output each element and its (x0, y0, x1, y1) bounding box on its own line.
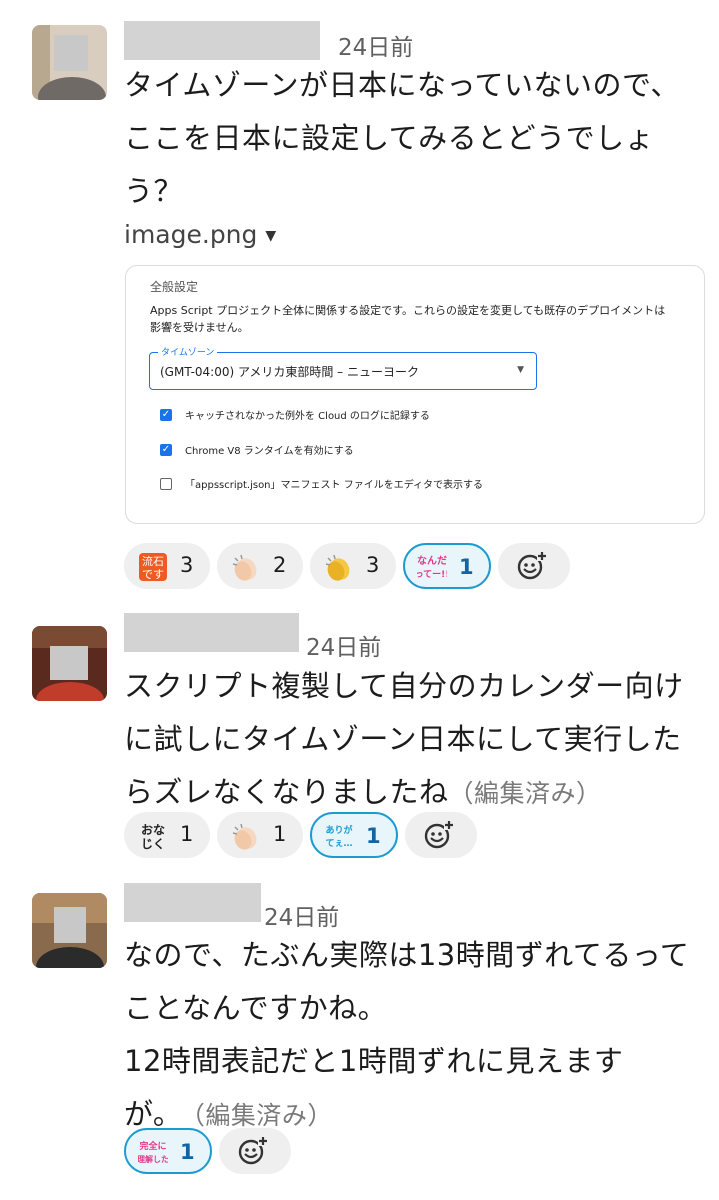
message-line: が。 （編集済み） (124, 1097, 333, 1131)
message-line: スクリプト複製して自分のカレンダー向け (124, 669, 684, 703)
reaction-pill[interactable]: おな じく 1 (124, 812, 210, 858)
add-reaction-button[interactable] (219, 1128, 291, 1174)
timezone-value: (GMT-04:00) アメリカ東部時間 – ニューヨーク (160, 365, 420, 379)
reaction-count: 1 (180, 1140, 195, 1164)
kanzen-ni-rikaishita-emoji-icon: 完全に 理解した (138, 1140, 168, 1164)
message-line: タイムゾーンが日本になっていないので、 (124, 68, 680, 102)
reaction-pill-active[interactable]: なんだ ってー!! 1 (403, 543, 491, 589)
message-line: らズレなくなりましたね（編集済み） (124, 775, 602, 809)
svg-text:理解した: 理解した (138, 1154, 168, 1164)
svg-text:ありが: ありが (325, 824, 353, 836)
reaction-count: 2 (273, 553, 287, 577)
svg-text:てぇ…: てぇ… (325, 838, 352, 849)
user-avatar[interactable] (32, 25, 107, 100)
timestamp[interactable]: 24日前 (338, 28, 413, 62)
username-redacted[interactable] (124, 21, 320, 60)
message-line: う？ (124, 174, 184, 208)
reaction-pill-active[interactable]: ありが てぇ… 1 (310, 812, 398, 858)
arigatee-emoji-icon: ありが てぇ… (325, 824, 353, 849)
edited-label: （編集済み） (192, 1101, 333, 1130)
user-avatar[interactable] (32, 893, 107, 968)
settings-description: Apps Script プロジェクト全体に関係する設定です。これらの設定を変更し… (150, 304, 666, 334)
checkbox-checked-icon: ✓ (160, 444, 172, 456)
nandatte-emoji-icon: なんだ ってー!! (417, 555, 447, 580)
sasuga-desu-emoji-icon: 流石 です (139, 553, 167, 581)
add-reaction-button[interactable] (498, 543, 570, 589)
reaction-count: 1 (366, 824, 381, 848)
reaction-pill-active[interactable]: 完全に 理解した 1 (124, 1128, 212, 1174)
svg-text:です: です (142, 568, 164, 581)
svg-text:完全に: 完全に (139, 1140, 166, 1152)
add-reaction-button[interactable] (405, 812, 477, 858)
checkbox-row: ✓ Chrome V8 ランタイムを有効にする (160, 444, 354, 457)
onaji-ku-emoji-icon: おな じく (141, 823, 165, 851)
username-redacted[interactable] (124, 613, 299, 652)
username-redacted[interactable] (124, 883, 261, 922)
add-emoji-icon (238, 1136, 268, 1165)
checkbox-unchecked-icon (160, 478, 172, 490)
message-line: ことなんですかね。 (124, 991, 388, 1025)
edited-label: （編集済み） (448, 779, 602, 808)
message-line: に試しにタイムゾーン日本にして実行した (124, 722, 682, 756)
svg-text:ってー!!: ってー!! (417, 569, 447, 580)
message-line: ここを日本に設定してみるとどうでしょ (124, 121, 655, 155)
reaction-pill[interactable]: 流石 です 3 (124, 543, 210, 589)
svg-text:おな: おな (141, 823, 165, 837)
message-text: スクリプト複製して自分のカレンダー向け に試しにタイムゾーン日本にして実行した … (124, 660, 694, 820)
clapping-hands-light-icon (232, 823, 257, 850)
reaction-count: 3 (366, 553, 380, 577)
checkbox-row: ✓ キャッチされなかった例外を Cloud のログに記録する (160, 409, 430, 422)
checkbox-checked-icon: ✓ (160, 409, 172, 421)
timezone-select: タイムゾーン (GMT-04:00) アメリカ東部時間 – ニューヨーク ▼ (149, 345, 537, 390)
dropdown-caret-icon: ▼ (517, 365, 524, 375)
message-line: なので、たぶん実際は13時間ずれてるって (124, 938, 690, 972)
add-emoji-icon (517, 551, 547, 580)
add-emoji-icon (424, 820, 454, 849)
reaction-count: 3 (180, 553, 194, 577)
svg-text:流石: 流石 (142, 554, 164, 568)
reaction-pill[interactable]: 3 (310, 543, 396, 589)
reaction-count: 1 (459, 555, 474, 579)
reaction-pill[interactable]: 2 (217, 543, 303, 589)
reaction-count: 1 (273, 822, 287, 846)
svg-text:じく: じく (141, 837, 165, 851)
message-text: タイムゾーンが日本になっていないので、 ここを日本に設定してみるとどうでしょ う… (124, 59, 694, 218)
message-line: 12時間表記だと1時間ずれに見えます (124, 1044, 624, 1078)
timestamp[interactable]: 24日前 (306, 628, 381, 662)
attachment-image[interactable]: 全般設定 Apps Script プロジェクト全体に関係する設定です。これらの設… (125, 265, 705, 524)
caret-down-icon[interactable]: ▼ (265, 228, 276, 244)
settings-title: 全般設定 (150, 280, 199, 294)
timezone-label: タイムゾーン (158, 345, 218, 358)
checkbox-row: 「appsscript.json」マニフェスト ファイルをエディタで表示する (160, 476, 483, 491)
user-avatar[interactable] (32, 626, 107, 701)
attachment-filename[interactable]: image.png ▼ (124, 220, 276, 249)
timestamp[interactable]: 24日前 (264, 898, 339, 932)
svg-text:なんだ: なんだ (417, 555, 447, 567)
reaction-pill[interactable]: 1 (217, 812, 303, 858)
message-text: なので、たぶん実際は13時間ずれてるって ことなんですかね。 12時間表記だと1… (124, 929, 694, 1142)
clapping-hands-icon (325, 554, 350, 581)
reaction-count: 1 (180, 822, 194, 846)
clapping-hands-light-icon (232, 554, 257, 581)
